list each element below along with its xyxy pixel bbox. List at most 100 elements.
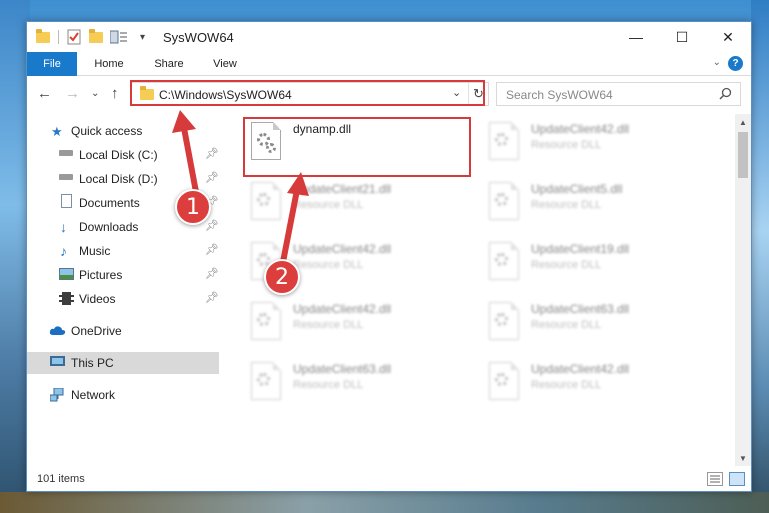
- file-type: Resource DLL: [293, 379, 364, 391]
- file-type: Resource DLL: [531, 259, 602, 271]
- tab-file[interactable]: File: [27, 52, 77, 76]
- forward-icon[interactable]: →: [65, 85, 80, 102]
- minimize-button[interactable]: —: [613, 22, 659, 52]
- file-tile[interactable]: UpdateClient42.dll Resource DLL: [485, 358, 715, 408]
- properties-icon[interactable]: [67, 28, 81, 46]
- dll-file-icon: [251, 182, 281, 220]
- pin-icon[interactable]: 📌︎: [205, 267, 219, 280]
- new-folder-icon[interactable]: [89, 28, 103, 46]
- cloud-icon: [49, 325, 66, 338]
- large-icons-view-icon[interactable]: [729, 472, 745, 486]
- scroll-up-icon[interactable]: ▲: [735, 114, 751, 130]
- star-icon: ★: [51, 124, 63, 139]
- help-icon[interactable]: ?: [728, 56, 743, 71]
- nav-item-this-pc[interactable]: This PC: [27, 352, 219, 374]
- tab-share[interactable]: Share: [145, 52, 193, 76]
- file-type: Resource DLL: [293, 199, 364, 211]
- file-name: UpdateClient42.dll: [293, 242, 392, 256]
- file-tile[interactable]: UpdateClient42.dll Resource DLL: [485, 118, 715, 168]
- file-tile[interactable]: UpdateClient5.dll Resource DLL: [485, 178, 715, 228]
- file-name: UpdateClient63.dll: [531, 302, 630, 316]
- desktop-background-right: [751, 0, 769, 513]
- videos-icon: [59, 292, 74, 305]
- window-title: SysWOW64: [163, 30, 234, 45]
- drive-icon: [59, 150, 73, 156]
- search-box[interactable]: Search SysWOW64: [496, 82, 741, 106]
- file-tile[interactable]: UpdateClient19.dll Resource DLL: [485, 238, 715, 288]
- documents-icon: [61, 194, 72, 208]
- drive-icon: [59, 174, 73, 180]
- search-placeholder: Search SysWOW64: [506, 88, 613, 102]
- dll-file-icon: [489, 242, 519, 280]
- expand-ribbon-icon[interactable]: ⌄: [713, 57, 721, 68]
- customize-toolbar-icon[interactable]: [110, 28, 130, 46]
- window-folder-icon: [36, 28, 50, 46]
- search-icon: [719, 87, 732, 103]
- file-type: Resource DLL: [531, 319, 602, 331]
- file-name: UpdateClient21.dll: [293, 182, 392, 196]
- dll-file-icon: [489, 122, 519, 160]
- file-name: UpdateClient5.dll: [531, 182, 623, 196]
- quick-access-dropdown-icon[interactable]: ▾: [140, 28, 145, 46]
- close-button[interactable]: ✕: [705, 22, 751, 52]
- vertical-scrollbar[interactable]: ▲ ▼: [735, 114, 751, 466]
- ribbon-tabs: File Home Share View ⌄ ?: [27, 52, 751, 76]
- nav-item-music[interactable]: ♪ Music 📌︎: [27, 240, 219, 262]
- details-view-icon[interactable]: [707, 472, 723, 486]
- tab-view[interactable]: View: [203, 52, 247, 76]
- file-tile[interactable]: UpdateClient42.dll Resource DLL: [247, 298, 477, 348]
- file-tile[interactable]: UpdateClient63.dll Resource DLL: [247, 358, 477, 408]
- pin-icon[interactable]: 📌︎: [205, 147, 219, 160]
- network-icon: [49, 387, 64, 402]
- scrollbar-thumb[interactable]: [738, 132, 748, 178]
- file-tile[interactable]: UpdateClient21.dll Resource DLL: [247, 178, 477, 228]
- item-count: 101 items: [37, 473, 85, 485]
- pin-icon[interactable]: 📌︎: [205, 171, 219, 184]
- scroll-down-icon[interactable]: ▼: [735, 450, 751, 466]
- address-bar-highlight: [130, 80, 485, 106]
- step-1-marker: 1: [175, 189, 211, 225]
- file-name: UpdateClient19.dll: [531, 242, 630, 256]
- file-type: Resource DLL: [531, 139, 602, 151]
- back-icon[interactable]: ←: [37, 85, 52, 102]
- file-name: UpdateClient42.dll: [531, 362, 630, 376]
- download-icon: ↓: [60, 219, 67, 235]
- dll-file-icon: [251, 362, 281, 400]
- nav-item-pictures[interactable]: Pictures 📌︎: [27, 264, 219, 286]
- nav-item-videos[interactable]: Videos 📌︎: [27, 288, 219, 310]
- pin-icon[interactable]: 📌︎: [205, 219, 219, 232]
- file-name: UpdateClient42.dll: [531, 122, 630, 136]
- pin-icon[interactable]: 📌︎: [205, 291, 219, 304]
- dll-file-icon: [251, 302, 281, 340]
- file-type: Resource DLL: [293, 259, 364, 271]
- music-icon: ♪: [60, 243, 67, 259]
- file-name: UpdateClient42.dll: [293, 302, 392, 316]
- tab-home[interactable]: Home: [85, 52, 133, 76]
- dll-file-icon: [489, 182, 519, 220]
- file-type: Resource DLL: [531, 379, 602, 391]
- desktop-background-bottom: [0, 492, 769, 513]
- file-type: Resource DLL: [293, 319, 364, 331]
- navigation-pane: ★ Quick access Local Disk (C:) 📌︎ Local …: [27, 114, 219, 462]
- quick-access-separator: [58, 28, 59, 46]
- step-2-marker: 2: [264, 259, 300, 295]
- dll-file-icon: [489, 302, 519, 340]
- file-type: Resource DLL: [531, 199, 602, 211]
- nav-item-onedrive[interactable]: OneDrive: [27, 320, 219, 342]
- recent-locations-icon[interactable]: ⌄: [91, 88, 99, 99]
- title-bar: ▾ SysWOW64 — ☐ ✕: [27, 22, 751, 52]
- status-bar: 101 items: [27, 468, 751, 492]
- dll-file-icon: [489, 362, 519, 400]
- file-tile[interactable]: UpdateClient63.dll Resource DLL: [485, 298, 715, 348]
- file-highlight: [243, 117, 471, 177]
- file-name: UpdateClient63.dll: [293, 362, 392, 376]
- pin-icon[interactable]: 📌︎: [205, 243, 219, 256]
- up-icon[interactable]: ↑: [111, 85, 119, 102]
- nav-item-quick-access[interactable]: ★ Quick access: [27, 120, 219, 142]
- nav-item-local-disk-d[interactable]: Local Disk (D:) 📌︎: [27, 168, 219, 190]
- monitor-icon: [50, 356, 65, 366]
- nav-item-local-disk-c[interactable]: Local Disk (C:) 📌︎: [27, 144, 219, 166]
- nav-item-network[interactable]: Network: [27, 384, 219, 406]
- maximize-button[interactable]: ☐: [659, 22, 705, 52]
- pictures-icon: [59, 268, 74, 280]
